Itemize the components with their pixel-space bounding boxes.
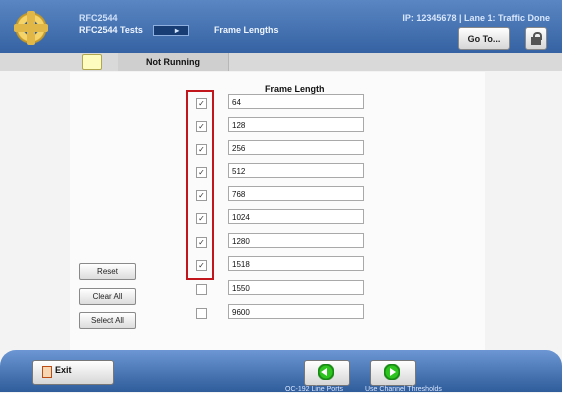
frame-length-row: ✓ 128 <box>0 117 562 135</box>
frame-length-input[interactable]: 128 <box>228 117 364 132</box>
frame-length-checkbox[interactable] <box>196 284 207 295</box>
frame-length-row: ✓ 768 <box>0 186 562 204</box>
exit-icon <box>42 366 52 378</box>
left-arrow-icon <box>318 364 334 380</box>
sticky-note-icon[interactable] <box>82 54 102 70</box>
frame-length-input[interactable]: 1280 <box>228 233 364 248</box>
frame-length-input[interactable]: 1518 <box>228 256 364 271</box>
app-name: RFC2544 <box>79 13 118 23</box>
frame-length-input[interactable]: 768 <box>228 186 364 201</box>
reset-button[interactable]: Reset <box>79 263 136 280</box>
frame-length-input[interactable]: 256 <box>228 140 364 155</box>
frame-length-row: ✓ 1280 <box>0 233 562 251</box>
checkbox-highlight-box <box>186 90 214 280</box>
frame-length-input[interactable]: 512 <box>228 163 364 178</box>
breadcrumb-current: Frame Lengths <box>213 25 279 35</box>
frame-length-input[interactable]: 1550 <box>228 280 364 295</box>
status-info: IP: 12345678 | Lane 1: Traffic Done <box>402 13 550 23</box>
frame-length-row: ✓ 64 <box>0 94 562 112</box>
gear-icon <box>14 11 48 45</box>
select-all-button[interactable]: Select All <box>79 312 136 329</box>
frame-length-row: ✓ 1024 <box>0 209 562 227</box>
breadcrumb-tests[interactable]: RFC2544 Tests <box>79 25 143 35</box>
test-status-tab[interactable]: Not Running <box>118 53 229 71</box>
frame-length-input[interactable]: 1024 <box>228 209 364 224</box>
breadcrumb-separator: ▸ <box>153 25 190 36</box>
clear-all-button[interactable]: Clear All <box>79 288 136 305</box>
exit-label: Exit <box>55 365 72 375</box>
go-to-button[interactable]: Go To... <box>458 27 510 50</box>
frame-length-title: Frame Length <box>265 84 325 94</box>
lock-icon[interactable] <box>525 27 547 50</box>
frame-length-input[interactable]: 9600 <box>228 304 364 319</box>
frame-length-input[interactable]: 64 <box>228 94 364 109</box>
frame-length-row: ✓ 256 <box>0 140 562 158</box>
frame-length-checkbox[interactable] <box>196 308 207 319</box>
right-arrow-icon <box>384 364 400 380</box>
breadcrumb: RFC2544 Tests ▸ Frame Lengths <box>79 25 278 36</box>
frame-length-row: ✓ 512 <box>0 163 562 181</box>
